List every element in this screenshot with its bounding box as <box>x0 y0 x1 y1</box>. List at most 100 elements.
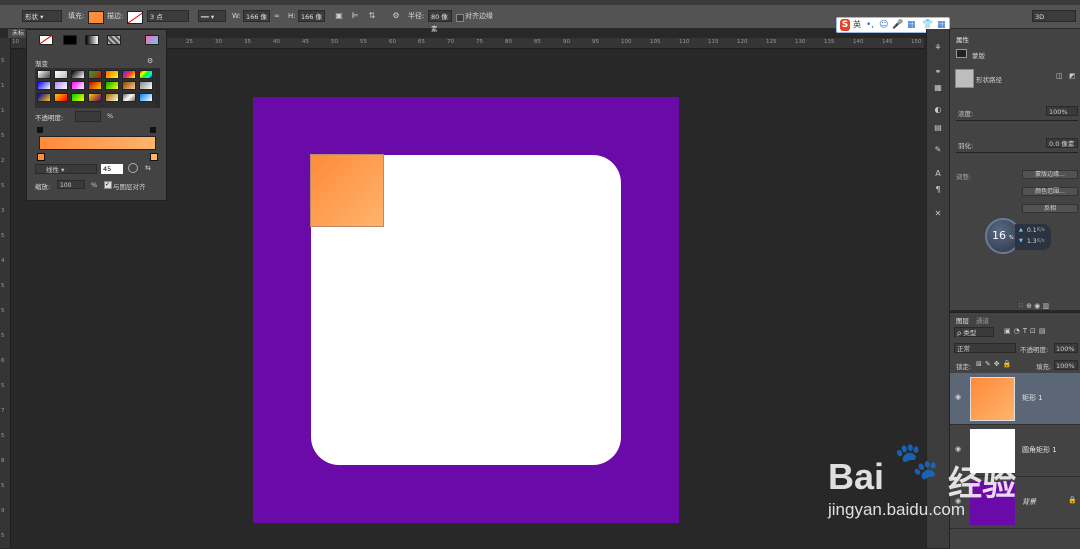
layer-fill-field[interactable]: 100% <box>1054 360 1078 370</box>
path-align-icon[interactable]: ⊫ <box>350 11 360 21</box>
eye-icon[interactable]: ◉ <box>955 497 961 505</box>
color-stop-right[interactable] <box>150 153 158 161</box>
density-slider[interactable] <box>956 120 1078 121</box>
opacity-stop-right[interactable] <box>150 127 156 133</box>
stroke-swatch[interactable] <box>127 11 143 24</box>
angle-dial-icon[interactable] <box>128 163 138 173</box>
preset-swatch[interactable] <box>54 93 68 102</box>
preset-swatch[interactable] <box>105 81 119 90</box>
preset-swatch[interactable] <box>139 70 153 79</box>
vector-mask-thumb[interactable] <box>955 69 974 88</box>
color-stop-left[interactable] <box>37 153 45 161</box>
scale-field[interactable]: 100 <box>57 180 85 189</box>
width-field[interactable]: 166 像 <box>243 10 270 22</box>
preset-swatch[interactable] <box>139 81 153 90</box>
layer-opacity-field[interactable]: 100% <box>1054 343 1078 353</box>
lock-icons[interactable]: ⊠✎✥🔒 <box>976 360 1014 368</box>
preset-swatch[interactable] <box>71 70 85 79</box>
preset-swatch[interactable] <box>71 93 85 102</box>
gradient-fill-button[interactable] <box>85 35 99 45</box>
preset-swatch[interactable] <box>71 81 85 90</box>
preset-swatch[interactable] <box>105 93 119 102</box>
radius-field[interactable]: 80 像素 <box>428 10 452 33</box>
character-icon[interactable]: A <box>932 169 944 179</box>
preset-swatch[interactable] <box>37 93 51 102</box>
mic-icon[interactable]: 🎤 <box>892 19 903 31</box>
color-range-button[interactable]: 颜色范围... <box>1022 187 1078 196</box>
gradient-bar[interactable] <box>39 136 156 150</box>
preset-swatch[interactable] <box>105 70 119 79</box>
swatches-icon[interactable]: ▦ <box>932 83 944 93</box>
preset-swatch[interactable] <box>54 70 68 79</box>
gradient-style-select[interactable]: 线性 ▾ <box>35 164 97 174</box>
select-mask-icon[interactable]: ◫ <box>1056 72 1063 80</box>
properties-tab[interactable]: 属性 <box>956 34 969 44</box>
preset-swatch[interactable] <box>122 93 136 102</box>
angle-field[interactable]: 45 <box>101 164 123 174</box>
brush-icon[interactable]: ✎ <box>932 145 944 155</box>
preset-swatch[interactable] <box>37 70 51 79</box>
punct-icon[interactable]: •, <box>866 19 874 31</box>
reverse-icon[interactable]: ⇆ <box>145 164 151 172</box>
emoji-icon[interactable]: ☺ <box>879 19 888 31</box>
ime-lang-toggle[interactable]: 英 <box>853 19 861 31</box>
density-field[interactable]: 100% <box>1046 106 1078 116</box>
pixel-mask-icon[interactable] <box>956 49 967 58</box>
keyboard-icon[interactable]: ▦ <box>907 19 916 31</box>
layer-row[interactable]: ◉ 背景 🔒 <box>950 477 1080 529</box>
blend-mode-select[interactable]: 正常 <box>954 343 1016 353</box>
link-icon[interactable]: ∞ <box>274 9 280 23</box>
apply-mask-icon[interactable]: ◩ <box>1069 72 1076 80</box>
presets-scrollbar[interactable] <box>155 68 160 108</box>
opacity-stop-left[interactable] <box>37 127 43 133</box>
height-field[interactable]: 166 像 <box>298 10 325 22</box>
path-ops-icon[interactable]: ▣ <box>334 11 344 21</box>
preset-swatch[interactable] <box>54 81 68 90</box>
gear-icon[interactable]: ⚙ <box>391 11 401 21</box>
opacity-field[interactable] <box>75 111 101 122</box>
layers-tab[interactable]: 图层 <box>956 315 969 325</box>
pattern-fill-button[interactable] <box>107 35 121 45</box>
invert-button[interactable]: 反相 <box>1022 204 1078 213</box>
path-arrange-icon[interactable]: ⇅ <box>367 11 377 21</box>
layer-filter-select[interactable]: ρ 类型 <box>954 327 994 337</box>
align-edges-checkbox[interactable] <box>456 14 464 22</box>
history-icon[interactable]: ⚘ <box>932 43 944 53</box>
layer-name[interactable]: 矩形 1 <box>1022 393 1043 403</box>
stroke-size-field[interactable]: 3 点 <box>147 10 189 22</box>
preset-swatch[interactable] <box>88 81 102 90</box>
mask-footer-icons[interactable]: ⁙ ⊕ ◉ ▥ <box>1018 302 1049 310</box>
gear-icon[interactable]: ⚙ <box>147 57 153 65</box>
feather-slider[interactable] <box>956 152 1078 153</box>
paragraph-icon[interactable]: ¶ <box>932 185 944 195</box>
color-picker-button[interactable] <box>145 35 159 45</box>
preset-swatch[interactable] <box>139 93 153 102</box>
gradient-rectangle-shape[interactable] <box>310 154 384 227</box>
layer-row[interactable]: ◉ 矩形 1 <box>950 373 1080 425</box>
styles-icon[interactable]: ▤ <box>932 123 944 133</box>
color-icon[interactable]: ⚭ <box>932 67 944 77</box>
layer-row[interactable]: ◉ 圆角矩形 1 <box>950 425 1080 477</box>
channels-tab[interactable]: 通道 <box>976 315 989 325</box>
no-fill-button[interactable] <box>39 34 53 45</box>
eye-icon[interactable]: ◉ <box>955 445 961 453</box>
solid-fill-button[interactable] <box>63 35 77 45</box>
layer-name[interactable]: 圆角矩形 1 <box>1022 445 1057 455</box>
stroke-type-select[interactable]: ━━ ▾ <box>198 10 226 22</box>
align-layer-checkbox[interactable]: ✓ <box>104 181 112 189</box>
filter-type-icons[interactable]: ▣◔T⊡▤ <box>1004 327 1048 335</box>
preset-swatch[interactable] <box>122 70 136 79</box>
preset-swatch[interactable] <box>88 70 102 79</box>
sogou-logo-icon[interactable]: S <box>840 19 850 31</box>
adjustments-icon[interactable]: ◐ <box>932 105 944 115</box>
eye-icon[interactable]: ◉ <box>955 393 961 401</box>
preset-swatch[interactable] <box>88 93 102 102</box>
shape-mode-select[interactable]: 形状 ▾ <box>22 10 62 22</box>
mask-edge-button[interactable]: 蒙版边缘... <box>1022 170 1078 179</box>
layer-name[interactable]: 背景 <box>1022 497 1036 507</box>
fill-swatch[interactable] <box>88 11 104 24</box>
feather-field[interactable]: 0.0 像素 <box>1046 138 1078 148</box>
workspace-select[interactable]: 3D <box>1032 10 1076 22</box>
tools-icon[interactable]: ✕ <box>932 209 944 219</box>
preset-swatch[interactable] <box>122 81 136 90</box>
